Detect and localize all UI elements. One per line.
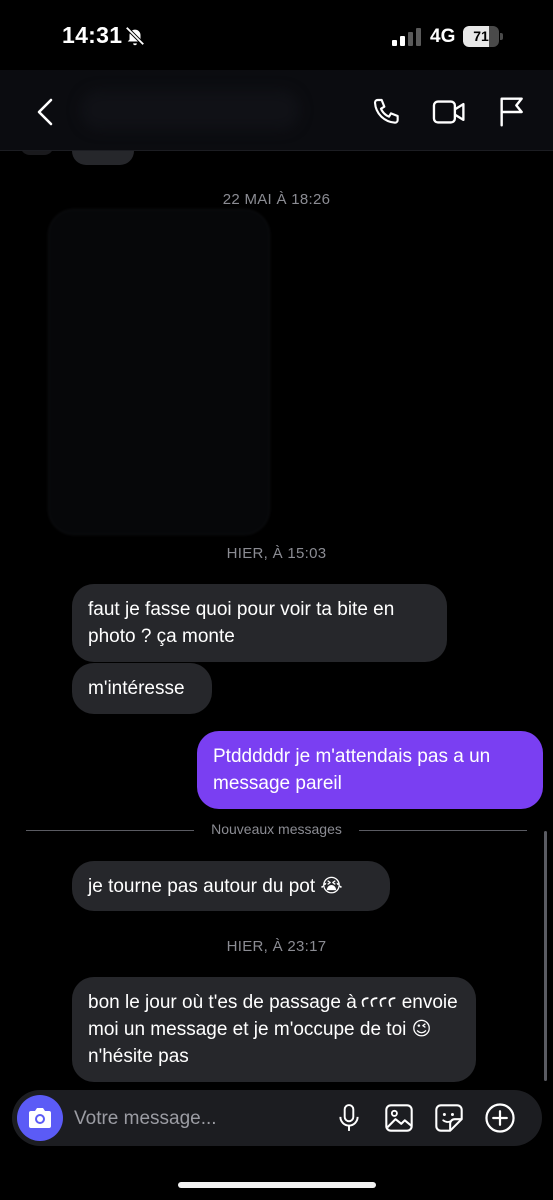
gallery-button[interactable] [383, 1102, 415, 1134]
camera-icon [29, 1108, 51, 1128]
message-composer [12, 1090, 542, 1146]
bell-slash-icon [125, 26, 145, 46]
sticker-icon [435, 1104, 463, 1132]
message-bubble-partial [72, 151, 134, 165]
cellular-signal-icon [392, 28, 421, 46]
hidden-photo-message[interactable] [48, 209, 270, 535]
date-separator: HIER, À 15:03 [226, 545, 327, 562]
chevron-left-icon [37, 98, 53, 126]
back-button[interactable] [28, 95, 62, 129]
network-type: 4G [430, 26, 456, 47]
received-message[interactable]: faut je fasse quoi pour voir ta bite en … [72, 584, 447, 662]
battery-indicator: 71 [463, 26, 503, 47]
new-messages-divider: Nouveaux messages [26, 821, 527, 841]
video-call-button[interactable] [432, 95, 466, 129]
sticker-button[interactable] [433, 1102, 465, 1134]
date-separator: 22 MAI À 18:26 [222, 191, 331, 208]
add-attachment-button[interactable] [484, 1102, 516, 1134]
flag-icon [500, 97, 523, 127]
video-camera-icon [432, 100, 465, 124]
message-thread[interactable]: 22 MAI À 18:26 HIER, À 15:03 faut je fas… [0, 151, 553, 1086]
home-indicator[interactable] [178, 1182, 376, 1188]
camera-button[interactable] [17, 1095, 63, 1141]
new-messages-label: Nouveaux messages [211, 821, 342, 837]
report-button[interactable] [494, 95, 528, 129]
sent-message[interactable]: Ptdddddr je m'attendais pas a un message… [197, 731, 543, 809]
avatar [20, 151, 54, 155]
status-time: 14:31 [62, 22, 123, 48]
call-button[interactable] [370, 95, 404, 129]
received-message[interactable]: je tourne pas autour du pot 😭 [72, 861, 390, 911]
date-separator: HIER, À 23:17 [226, 938, 327, 955]
phone-icon [373, 98, 399, 124]
received-message[interactable]: m'intéresse [72, 663, 212, 714]
microphone-icon [339, 1104, 359, 1131]
message-input[interactable] [72, 1098, 326, 1140]
status-bar: 14:31 4G 71 [0, 0, 553, 70]
contact-name-redacted[interactable] [80, 90, 300, 130]
conversation-header [0, 70, 553, 151]
scrollbar[interactable] [544, 831, 547, 1081]
voice-message-button[interactable] [333, 1102, 365, 1134]
image-icon [385, 1104, 413, 1132]
received-message[interactable]: bon le jour où t'es de passage à ꜥꜥꜥꜥ en… [72, 977, 476, 1082]
plus-circle-icon [485, 1103, 515, 1133]
battery-level: 71 [473, 28, 489, 44]
